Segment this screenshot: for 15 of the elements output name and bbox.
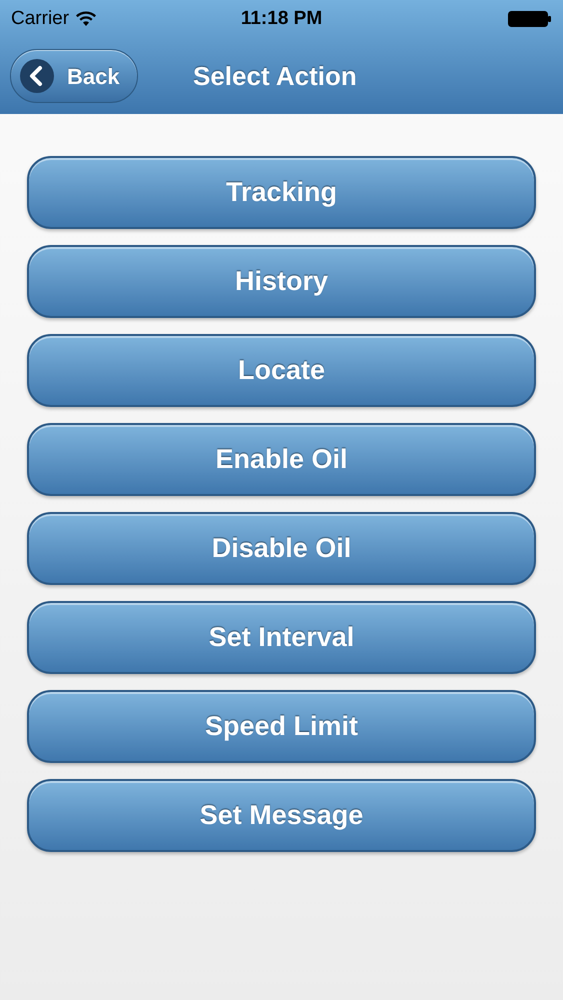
screen-title: Select Action	[193, 60, 357, 92]
back-button[interactable]: Back	[10, 49, 138, 103]
battery-icon	[508, 11, 552, 27]
time-label: 11:18 PM	[240, 6, 322, 31]
action-button[interactable]: History	[27, 245, 536, 318]
action-button[interactable]: Tracking	[27, 156, 536, 229]
action-button[interactable]: Speed Limit	[27, 690, 536, 763]
action-button[interactable]: Set Message	[27, 779, 536, 852]
action-button[interactable]: Locate	[27, 334, 536, 407]
carrier-label: Carrier	[11, 6, 70, 31]
action-button[interactable]: Disable Oil	[27, 512, 536, 585]
wifi-icon	[75, 11, 98, 27]
action-button[interactable]: Set Interval	[27, 601, 536, 674]
chevron-left-icon	[19, 58, 55, 94]
action-button[interactable]: Enable Oil	[27, 423, 536, 496]
